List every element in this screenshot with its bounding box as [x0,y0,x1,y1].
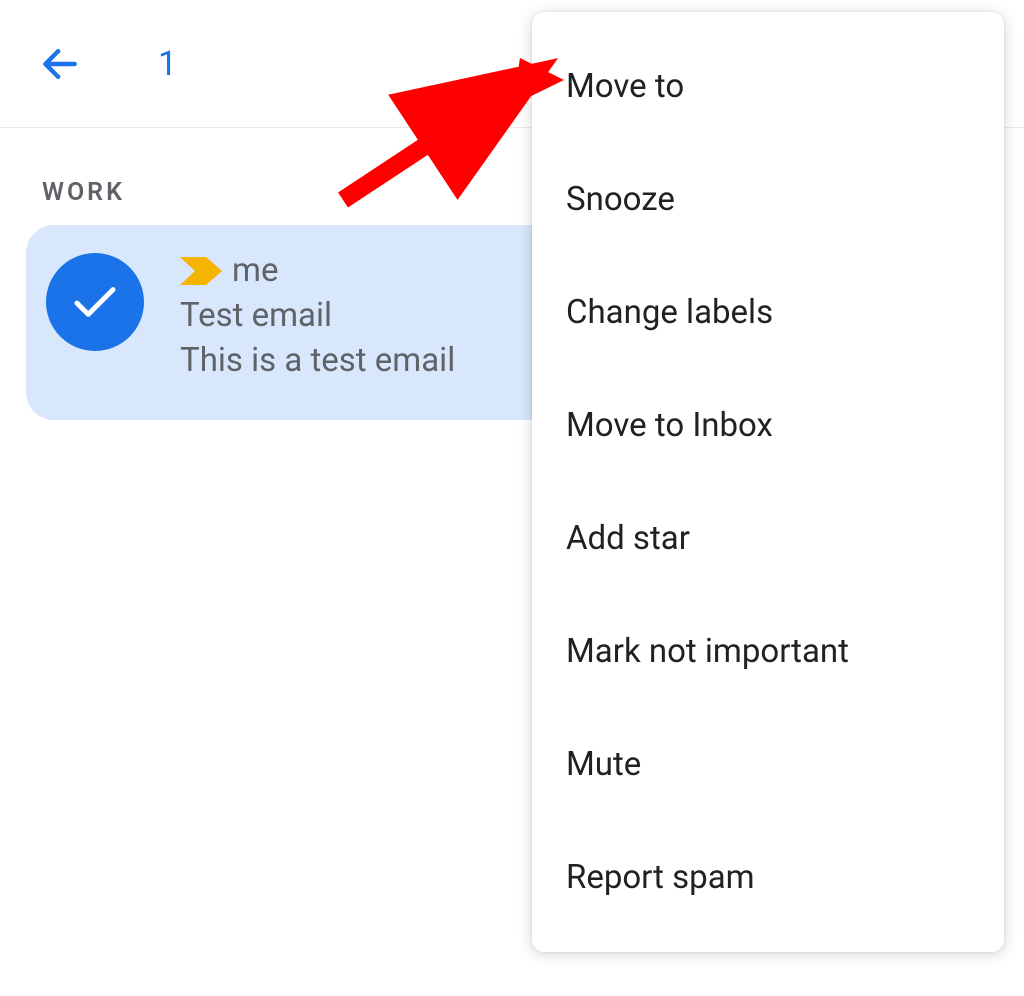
back-button[interactable] [30,34,90,94]
context-menu: Move to Snooze Change labels Move to Inb… [532,12,1004,952]
important-marker-icon[interactable] [180,257,222,285]
back-arrow-icon [38,42,82,86]
menu-item-move-to-inbox[interactable]: Move to Inbox [532,369,1004,482]
menu-item-change-labels[interactable]: Change labels [532,256,1004,369]
menu-item-mute[interactable]: Mute [532,708,1004,821]
menu-item-move-to[interactable]: Move to [532,30,1004,143]
selected-avatar[interactable] [46,253,144,351]
checkmark-icon [68,275,122,329]
menu-item-report-spam[interactable]: Report spam [532,821,1004,934]
menu-item-snooze[interactable]: Snooze [532,143,1004,256]
menu-item-mark-not-important[interactable]: Mark not important [532,595,1004,708]
menu-item-add-star[interactable]: Add star [532,482,1004,595]
selection-count: 1 [158,44,177,84]
sender-name: me [232,251,278,290]
